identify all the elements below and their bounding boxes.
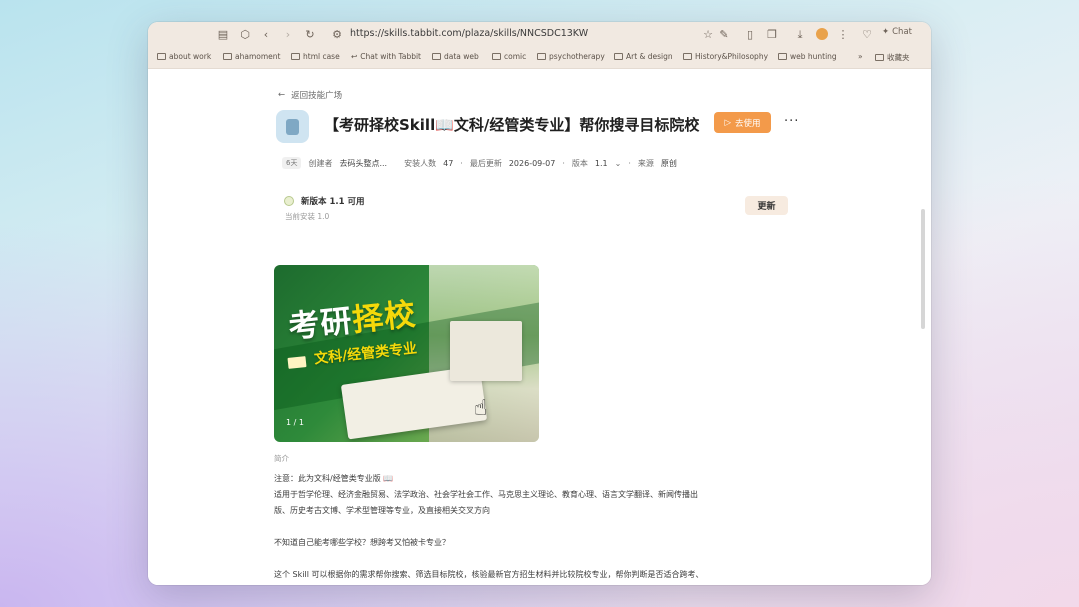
browser-toolbar: ▤ ⬡ ‹ › ↻ ⚙ https://skills.tabbit.com/pl… [148,22,931,48]
bookmark-folder[interactable]: 收藏夹 [875,52,910,63]
bookmark-folder[interactable]: html case [291,52,340,61]
more-bookmarks-icon[interactable]: » [858,52,863,61]
chat-button[interactable]: ✦ Chat [882,27,912,37]
folder-icon [157,53,166,60]
page-content: ← 返回技能广场 【考研择校Skill📖文科/经管类专业】帮你搜寻目标院校 ▷ … [148,69,931,585]
play-icon: ▷ [724,117,732,128]
description-line: 不知道自己能考哪些学校？想跨考又怕被卡专业？ [274,538,450,547]
bookmark-folder[interactable]: Art & design [614,52,673,61]
description: 注意：此为文科/经管类专业版 📖 适用于哲学伦理、经济金融贸易、法学政治、社会学… [274,471,794,583]
bookmark-folder[interactable]: about work [157,52,211,61]
reload-icon[interactable]: ↻ [303,27,317,42]
update-icon [284,196,294,206]
folder-icon [537,53,546,60]
creator-name[interactable]: 去码头整点... [339,158,387,169]
folder-icon [778,53,787,60]
address-bar[interactable]: https://skills.tabbit.com/plaza/skills/N… [350,28,588,39]
more-options-button[interactable]: ··· [784,114,799,129]
bookmark-folder[interactable]: History&Philosophy [683,52,768,61]
bookmark-link[interactable]: ↩ Chat with Tabbit [351,52,421,61]
bookmark-folder[interactable]: data web [432,52,479,61]
hand-cursor-icon: ☝ [474,396,488,421]
download-icon[interactable]: ⤓ [793,27,807,42]
folder-icon [614,53,623,60]
description-label: 简介 [274,454,289,463]
skill-icon [276,110,309,143]
version-label: 版本 [571,158,588,168]
updated-label: 最后更新 [469,158,502,168]
bookmarks-bar: about work ahamoment html case ↩ Chat wit… [148,48,931,69]
description-line: 注意：此为文科/经管类专业版 📖 [274,474,394,483]
separator: · [628,158,631,168]
folder-icon [875,54,884,61]
creator-label: 创建者 [308,158,333,168]
link-arrow-icon: ↩ [351,52,358,61]
folder-icon [223,53,232,60]
menu-dots-icon[interactable]: ⋮ [837,27,849,42]
description-line: 适用于哲学伦理、经济金融贸易、法学政治、社会学社会工作、马克思主义理论、教育心理… [274,490,698,499]
folder-icon [492,53,501,60]
sidebar-toggle-icon[interactable]: ▤ [216,27,230,42]
update-notice: 新版本 1.1 可用 当前安装 1.0 更新 [276,192,796,232]
tag-badge: 6天 [282,157,302,169]
update-button[interactable]: 更新 [745,196,788,215]
installs-count: 47 [443,158,454,168]
update-subtitle: 当前安装 1.0 [285,212,330,221]
description-line: 版、历史考古文博、学术型管理等专业，及直接相关交叉方向 [274,506,490,515]
book-icon [287,356,307,369]
folder-icon [432,53,441,60]
separator: · [562,158,565,168]
image-pager: 1 / 1 [286,418,304,427]
browser-window: ▤ ⬡ ‹ › ↻ ⚙ https://skills.tabbit.com/pl… [148,22,931,585]
lightbulb-icon[interactable]: ♡ [861,27,873,42]
folder-icon [683,53,692,60]
separator: · [460,158,463,168]
folder-icon [291,53,300,60]
forward-arrow-icon[interactable]: › [282,27,294,42]
chevron-down-icon[interactable]: ⌄ [615,159,622,168]
avatar[interactable] [815,27,829,42]
use-button[interactable]: ▷ 去使用 [714,112,771,133]
phone-icon[interactable]: ▯ [743,27,757,42]
scrollbar[interactable] [921,209,925,329]
back-arrow-icon[interactable]: ‹ [260,27,272,42]
translate-icon[interactable]: ✎ [717,27,731,42]
sparkle-icon: ✦ [882,27,890,37]
description-line: 这个 Skill 可以根据你的需求帮你搜索、筛选目标院校，核验最新官方招生材料并… [274,570,704,579]
source-label: 来源 [637,158,654,168]
star-icon[interactable]: ☆ [701,27,715,42]
shield-icon[interactable]: ⬡ [238,27,252,42]
installs-label: 安装人数 [404,158,437,168]
bookmark-folder[interactable]: web hunting [778,52,837,61]
site-settings-icon[interactable]: ⚙ [330,27,344,42]
copy-icon[interactable]: ❐ [765,27,779,42]
page-title: 【考研择校Skill📖文科/经管类专业】帮你搜寻目标院校 [324,116,700,134]
source-value: 原创 [660,158,677,168]
arrow-left-icon: ← [278,90,286,100]
meta-row: 6天 创建者 去码头整点... 安装人数 47 · 最后更新 2026-09-0… [282,157,677,169]
bookmark-folder[interactable]: ahamoment [223,52,280,61]
cover-image[interactable]: 考研择校 文科/经管类专业 1 / 1 [274,265,539,442]
version-select[interactable]: 1.1 [595,159,608,168]
back-link[interactable]: ← 返回技能广场 [278,89,342,101]
update-title: 新版本 1.1 可用 [301,197,365,207]
updated-date: 2026-09-07 [508,158,556,168]
bookmark-folder[interactable]: psychotherapy [537,52,605,61]
cover-books [450,321,522,381]
bookmark-folder[interactable]: comic [492,52,526,61]
